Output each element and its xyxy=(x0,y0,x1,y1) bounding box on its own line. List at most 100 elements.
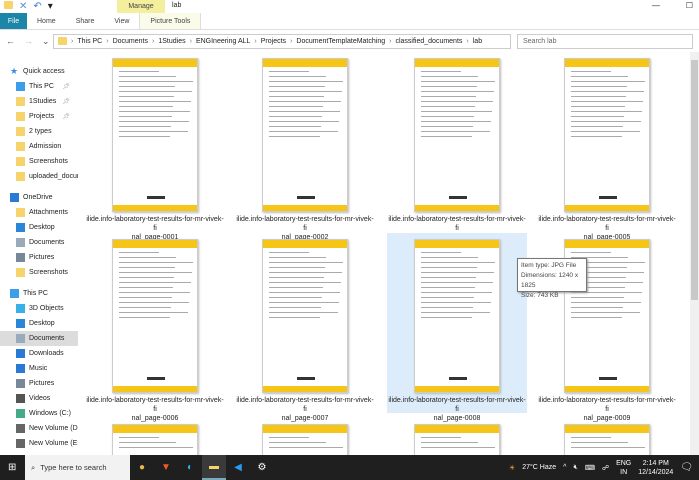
sidebar-item[interactable]: Screenshots xyxy=(0,154,78,169)
edge-icon[interactable]: ◐ xyxy=(178,455,202,480)
pin-icon[interactable]: 📌︎ xyxy=(62,83,70,90)
sidebar-item[interactable]: This PC📌︎ xyxy=(0,79,78,94)
notifications-icon[interactable]: 🗨︎ xyxy=(680,462,693,473)
sidebar-item[interactable]: OneDrive xyxy=(0,190,78,205)
breadcrumb-separator[interactable]: › xyxy=(190,38,192,45)
forward-icon[interactable]: → xyxy=(24,36,33,47)
sidebar-item[interactable]: ★Quick access xyxy=(0,64,78,79)
properties-icon[interactable]: ✕ xyxy=(19,1,27,12)
pin-icon[interactable]: 📌︎ xyxy=(62,98,70,105)
file-item[interactable]: ilide.info-laboratory-test-results-for-m… xyxy=(235,52,375,232)
taskbar-search[interactable]: ⌕Type here to search xyxy=(25,455,130,480)
file-item[interactable]: ilide.info-laboratory-test-results-for-m… xyxy=(85,233,225,413)
pictures-icon xyxy=(16,379,25,388)
back-icon[interactable]: ← xyxy=(6,36,15,47)
sidebar-item[interactable]: New Volume (D: xyxy=(0,421,78,436)
window-title: lab xyxy=(172,2,181,9)
clock-time[interactable]: 2:14 PM xyxy=(638,459,673,468)
breadcrumb-separator[interactable]: › xyxy=(71,38,73,45)
customize-dropdown-icon[interactable]: ▾ xyxy=(48,1,53,12)
clock-date[interactable]: 12/14/2024 xyxy=(638,468,673,477)
file-item[interactable]: ilide.info-laboratory-test-results-for-m… xyxy=(387,233,527,413)
sidebar-item[interactable]: Downloads xyxy=(0,346,78,361)
breadcrumb-separator[interactable]: › xyxy=(254,38,256,45)
breadcrumb-item[interactable]: classified_documents xyxy=(395,38,462,45)
sidebar-item[interactable]: Attachments xyxy=(0,205,78,220)
file-item[interactable]: ilide.info-laboratory-test-results-for-m… xyxy=(387,52,527,232)
sidebar-item[interactable]: Documents xyxy=(0,235,78,250)
breadcrumb-item[interactable]: lab xyxy=(473,38,482,45)
document-icon xyxy=(16,334,25,343)
settings-icon[interactable]: ⚙ xyxy=(250,455,274,480)
file-item[interactable] xyxy=(537,418,677,455)
sidebar-item[interactable]: Desktop xyxy=(0,220,78,235)
brave-icon[interactable]: ▼ xyxy=(154,455,178,480)
sidebar-item[interactable]: Admission xyxy=(0,139,78,154)
thumbnail-image xyxy=(262,239,348,393)
scrollbar-thumb[interactable] xyxy=(691,60,698,300)
sidebar-item[interactable]: Pictures xyxy=(0,250,78,265)
sidebar-item[interactable]: Screenshots xyxy=(0,265,78,280)
language-icon[interactable]: ⌨ xyxy=(585,464,595,472)
search-input[interactable]: Search lab xyxy=(517,34,693,49)
file-item[interactable]: ilide.info-laboratory-test-results-for-m… xyxy=(85,52,225,232)
tab-picture-tools[interactable]: Picture Tools xyxy=(139,13,201,29)
desktop-icon xyxy=(16,319,25,328)
breadcrumb-item[interactable]: ENGIneering ALL xyxy=(196,38,250,45)
sidebar-item[interactable]: New Volume (E:) xyxy=(0,436,78,451)
sidebar-item[interactable]: This PC xyxy=(0,286,78,301)
breadcrumb-item[interactable]: Documents xyxy=(113,38,148,45)
quick-access-toolbar: ✕ ↶ ▾ xyxy=(4,1,53,12)
tray-chevron-icon[interactable]: ^ xyxy=(563,464,566,471)
maximize-button[interactable]: ☐ xyxy=(686,1,693,10)
breadcrumb-item[interactable]: DocumentTemplateMatching xyxy=(296,38,385,45)
sidebar-item[interactable]: 3D Objects xyxy=(0,301,78,316)
undo-icon[interactable]: ↶ xyxy=(33,1,41,12)
sidebar-item[interactable]: uploaded_docum xyxy=(0,169,78,184)
pin-icon[interactable]: 📌︎ xyxy=(62,113,70,120)
breadcrumb-item[interactable]: Projects xyxy=(261,38,286,45)
sidebar-item[interactable]: 2 types xyxy=(0,124,78,139)
network-icon[interactable]: ☍ xyxy=(602,464,609,472)
file-explorer-icon[interactable]: ▬ xyxy=(202,455,226,480)
breadcrumb-item[interactable]: This PC xyxy=(77,38,102,45)
file-item[interactable]: ilide.info-laboratory-test-results-for-m… xyxy=(537,52,677,232)
file-item[interactable]: ilide.info-laboratory-test-results-for-m… xyxy=(235,233,375,413)
widget-icon[interactable]: ● xyxy=(130,455,154,480)
sidebar-item[interactable]: Videos xyxy=(0,391,78,406)
sidebar-item[interactable]: Pictures xyxy=(0,376,78,391)
breadcrumb-separator[interactable]: › xyxy=(389,38,391,45)
sidebar-item[interactable]: Documents xyxy=(0,331,78,346)
breadcrumb-separator[interactable]: › xyxy=(290,38,292,45)
breadcrumb-separator[interactable]: › xyxy=(152,38,154,45)
thumbnail-image xyxy=(112,58,198,212)
tab-share[interactable]: Share xyxy=(66,13,105,29)
breadcrumb-separator[interactable]: › xyxy=(106,38,108,45)
recent-dropdown-icon[interactable]: ⌄ xyxy=(42,36,50,47)
tab-file[interactable]: File xyxy=(0,13,27,29)
minimize-button[interactable]: — xyxy=(652,1,660,10)
weather-text[interactable]: 27°C Haze xyxy=(522,464,556,471)
file-item[interactable] xyxy=(387,418,527,455)
sidebar-item[interactable]: Desktop xyxy=(0,316,78,331)
manage-context-tab[interactable]: Manage xyxy=(117,0,165,13)
address-bar[interactable]: › This PC › Documents › 1Studies › ENGIneering … xyxy=(53,34,511,49)
breadcrumb-separator[interactable]: › xyxy=(466,38,468,45)
tab-view[interactable]: View xyxy=(104,13,139,29)
sidebar-item[interactable]: Projects📌︎ xyxy=(0,109,78,124)
file-item[interactable] xyxy=(85,418,225,455)
vscode-icon[interactable]: ◀ xyxy=(226,455,250,480)
file-name-line1: ilide.info-laboratory-test-results-for-m… xyxy=(235,215,375,233)
sidebar-item[interactable]: Music xyxy=(0,361,78,376)
breadcrumb-item[interactable]: 1Studies xyxy=(158,38,185,45)
sidebar-item[interactable]: 1Studies📌︎ xyxy=(0,94,78,109)
sidebar-item[interactable]: Windows (C:) xyxy=(0,406,78,421)
tab-home[interactable]: Home xyxy=(27,13,66,29)
lang-label[interactable]: ENG xyxy=(616,459,631,468)
scrollbar[interactable] xyxy=(690,52,699,455)
region-label[interactable]: IN xyxy=(616,468,631,477)
file-item[interactable] xyxy=(235,418,375,455)
volume-muted-icon[interactable]: 🔇︎ xyxy=(573,464,577,472)
folder-icon xyxy=(16,268,25,277)
start-button[interactable]: ⊞ xyxy=(8,462,16,473)
